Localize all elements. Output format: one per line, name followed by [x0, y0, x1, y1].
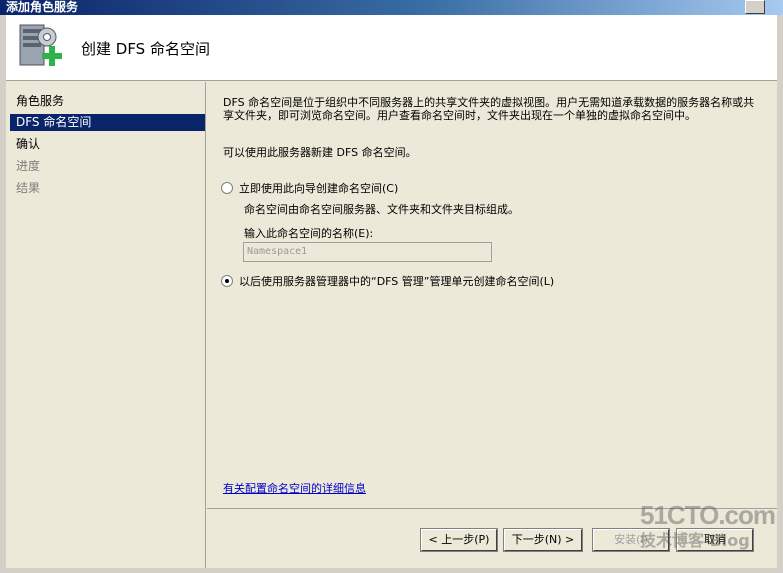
namespace-help-link[interactable]: 有关配置命名空间的详细信息: [223, 480, 366, 496]
nav-item-role-services[interactable]: 角色服务: [10, 93, 205, 110]
radio-create-later[interactable]: [221, 275, 233, 287]
wizard-content: DFS 命名空间是位于组织中不同服务器上的共享文件夹的虚拟视图。用户无需知道承载…: [207, 82, 777, 508]
wizard-nav: 角色服务 DFS 命名空间 确认 进度 结果: [6, 82, 206, 568]
option-create-later-label: 以后使用服务器管理器中的“DFS 管理”管理单元创建命名空间(L): [239, 275, 555, 288]
next-button[interactable]: 下一步(N) >: [503, 528, 583, 552]
window-title: 添加角色服务: [6, 0, 79, 14]
wizard-header: 创建 DFS 命名空间: [6, 15, 777, 81]
page-title: 创建 DFS 命名空间: [81, 40, 210, 58]
nav-item-dfs-namespace[interactable]: DFS 命名空间: [10, 114, 205, 131]
namespace-name-label: 输入此命名空间的名称(E):: [244, 227, 374, 240]
watermark: 51CTO.com 技术博客 Blog: [640, 500, 776, 551]
option-create-later[interactable]: 以后使用服务器管理器中的“DFS 管理”管理单元创建命名空间(L): [221, 273, 554, 289]
window-title-bar: 添加角色服务: [0, 0, 783, 15]
server-role-icon: [14, 21, 68, 75]
namespace-description-2: 可以使用此服务器新建 DFS 命名空间。: [223, 146, 417, 159]
prev-button[interactable]: < 上一步(P): [420, 528, 498, 552]
option-create-now-desc: 命名空间由命名空间服务器、文件夹和文件夹目标组成。: [244, 203, 519, 216]
namespace-name-input[interactable]: Namespace1: [243, 242, 492, 262]
window-border-right: [777, 15, 783, 573]
nav-item-confirm[interactable]: 确认: [10, 136, 205, 153]
nav-item-results: 结果: [16, 181, 41, 195]
nav-item-progress: 进度: [16, 159, 41, 173]
window-border-bottom: [6, 568, 777, 573]
option-create-now-label: 立即使用此向导创建命名空间(C): [239, 182, 399, 195]
option-create-now[interactable]: 立即使用此向导创建命名空间(C): [221, 180, 398, 196]
namespace-description: DFS 命名空间是位于组织中不同服务器上的共享文件夹的虚拟视图。用户无需知道承载…: [223, 96, 755, 122]
maximize-button[interactable]: [745, 0, 765, 14]
radio-create-now[interactable]: [221, 182, 233, 194]
